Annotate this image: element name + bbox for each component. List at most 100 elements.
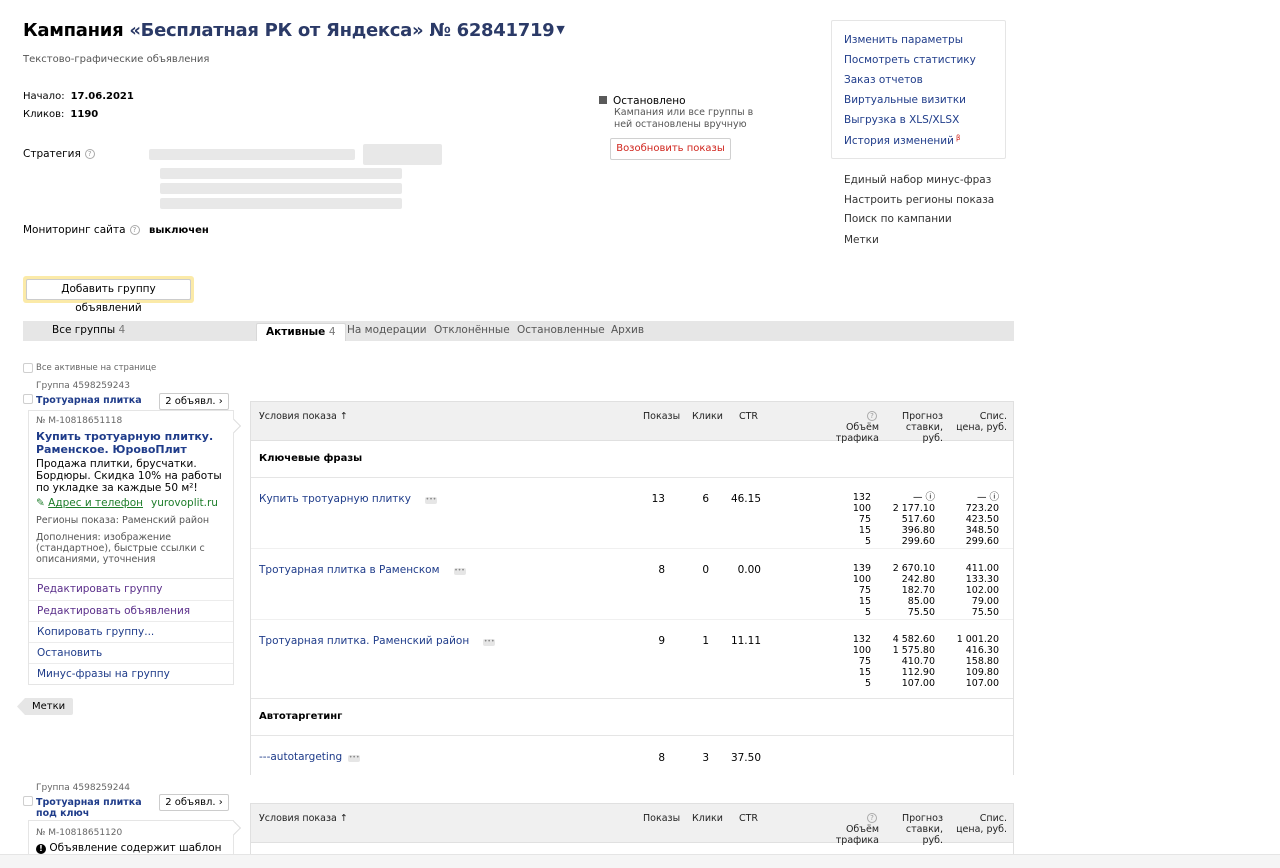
ad-title[interactable]: Купить тротуарную плитку. Раменское. Юро…	[36, 430, 226, 456]
more-icon[interactable]: •••	[483, 639, 496, 646]
cell-clicks: 6	[702, 493, 709, 505]
col-clicks[interactable]: Клики	[692, 411, 723, 422]
cell-price: 1 001.20 416.30 158.80 109.80 107.00	[956, 634, 999, 689]
virtual-cards-link[interactable]: Виртуальные визитки	[844, 94, 966, 106]
col-impressions[interactable]: Показы	[643, 411, 680, 422]
ad-domain: yurovoplit.ru	[151, 497, 218, 509]
order-reports-link[interactable]: Заказ отчетов	[844, 74, 923, 86]
autotargeting-link[interactable]: ---autotargeting •••	[259, 751, 361, 763]
ad-number: № М-10818651120	[36, 828, 123, 838]
keyword-link[interactable]: Тротуарная плитка. Раменский район •••	[259, 635, 496, 647]
cell-ctr: 11.11	[730, 635, 761, 647]
status-note: Кампания или все группы в ней остановлен…	[614, 107, 754, 130]
ad-number: № М-10818651118	[36, 416, 123, 426]
group-checkbox[interactable]	[23, 394, 33, 404]
group-name[interactable]: Тротуарная плитка под ключ	[36, 797, 151, 819]
col-traffic[interactable]: ?Объём трафика	[835, 813, 879, 846]
stop-icon	[599, 96, 607, 104]
col-traffic[interactable]: ?Объём трафика	[835, 411, 879, 444]
edit-group-link[interactable]: Редактировать группу	[29, 579, 233, 600]
ad-contact: ✎ Адрес и телефон yurovoplit.ru	[36, 497, 218, 509]
stop-group-link[interactable]: Остановить	[29, 642, 233, 663]
campaign-type: Текстово-графические объявления	[23, 54, 210, 65]
cell-traffic: 139 100 75 15 5	[852, 563, 871, 618]
help-icon[interactable]: ?	[867, 813, 877, 823]
conditions-table: Условия показа ↑ Показы Клики CTR ?Объём…	[250, 401, 1014, 775]
col-forecast[interactable]: Прогноз ставки, руб.	[885, 411, 943, 444]
tab-all-groups[interactable]: Все группы 4	[52, 324, 125, 336]
col-price[interactable]: Спис. цена, руб.	[955, 411, 1007, 433]
col-conditions[interactable]: Условия показа ↑	[259, 411, 348, 422]
cell-forecast: — ⓘ 2 177.10 517.60 396.80 299.60	[892, 492, 935, 547]
keyword-link[interactable]: Тротуарная плитка в Раменском •••	[259, 564, 466, 576]
more-icon[interactable]: •••	[348, 755, 361, 762]
col-forecast[interactable]: Прогноз ставки, руб.	[885, 813, 943, 846]
copy-group-link[interactable]: Копировать группу...	[29, 621, 233, 642]
cell-traffic: 132 100 75 15 5	[852, 492, 871, 547]
skeleton-line	[160, 183, 402, 194]
col-impressions[interactable]: Показы	[643, 813, 680, 824]
view-stats-link[interactable]: Посмотреть статистику	[844, 54, 976, 66]
section-keywords: Ключевые фразы	[251, 441, 1013, 478]
campaign-name[interactable]: «Бесплатная РК от Яндекса» № 62841719	[129, 20, 554, 41]
history-link[interactable]: История изменений β	[844, 134, 960, 147]
col-price[interactable]: Спис. цена, руб.	[955, 813, 1007, 835]
table-header: Условия показа ↑ Показы Клики CTR ?Объём…	[251, 804, 1013, 846]
tab-active[interactable]: Активные 4	[256, 323, 346, 341]
table-row: Тротуарная плитка в Раменском ••• 8 0 0.0…	[251, 549, 1013, 620]
add-group-button[interactable]: Добавить группу объявлений	[26, 279, 191, 314]
cell-ctr: 0.00	[737, 564, 761, 576]
ad-contact-link[interactable]: Адрес и телефон	[48, 497, 143, 509]
warning-icon: !	[36, 844, 46, 854]
resume-button[interactable]: Возобновить показы	[610, 138, 731, 160]
keyword-link[interactable]: Купить тротуарную плитку •••	[259, 493, 437, 505]
col-ctr[interactable]: CTR	[739, 813, 758, 824]
edit-ads-link[interactable]: Редактировать объявления	[29, 600, 233, 621]
group-name[interactable]: Тротуарная плитка	[36, 395, 142, 406]
tags-link[interactable]: Метки	[844, 234, 879, 246]
help-icon[interactable]: ?	[867, 411, 877, 421]
monitoring-label: Мониторинг сайта?	[23, 224, 140, 236]
more-icon[interactable]: •••	[453, 568, 466, 575]
ads-count-button[interactable]: 2 объявл. ›	[159, 794, 229, 811]
cell-impressions: 9	[658, 635, 665, 647]
status-badge: Остановлено	[599, 95, 686, 107]
tab-moderation[interactable]: На модерации	[347, 324, 427, 336]
tab-rejected[interactable]: Отклонённые	[434, 324, 510, 336]
cell-ctr: 37.50	[730, 752, 761, 764]
select-all-checkbox[interactable]	[23, 363, 33, 373]
tab-stopped[interactable]: Остановленные	[517, 324, 605, 336]
help-icon[interactable]: ?	[129, 225, 140, 235]
minus-phrases-link[interactable]: Единый набор минус-фраз	[844, 174, 991, 186]
campaign-search-link[interactable]: Поиск по кампании	[844, 213, 952, 225]
skeleton-block	[363, 144, 442, 165]
select-all-label: Все активные на странице	[36, 363, 157, 373]
page-title: Кампания «Бесплатная РК от Яндекса» № 62…	[23, 20, 565, 41]
col-clicks[interactable]: Клики	[692, 813, 723, 824]
ads-count-button[interactable]: 2 объявл. ›	[159, 393, 229, 410]
cell-forecast: 2 670.10 242.80 182.70 85.00 75.50	[892, 563, 935, 618]
group-checkbox[interactable]	[23, 796, 33, 806]
col-conditions[interactable]: Условия показа ↑	[259, 813, 348, 824]
skeleton-line	[160, 168, 402, 179]
group-minus-phrases-link[interactable]: Минус-фразы на группу	[29, 663, 233, 684]
col-ctr[interactable]: CTR	[739, 411, 758, 422]
edit-params-link[interactable]: Изменить параметры	[844, 34, 963, 46]
tab-archive[interactable]: Архив	[611, 324, 644, 336]
start-date: Начало: 17.06.2021	[23, 91, 134, 102]
chevron-down-icon[interactable]: ▼	[556, 23, 564, 36]
skeleton-line	[160, 198, 402, 209]
tags-button[interactable]: Метки	[17, 698, 74, 715]
cell-forecast: 4 582.60 1 575.80 410.70 112.90 107.00	[892, 634, 935, 689]
export-xls-link[interactable]: Выгрузка в XLS/XLSX	[844, 114, 959, 126]
clicks-count: Кликов: 1190	[23, 109, 99, 120]
cell-impressions: 8	[658, 752, 665, 764]
help-icon[interactable]: ?	[84, 149, 95, 159]
cell-impressions: 13	[651, 493, 665, 505]
beta-badge: β	[955, 134, 961, 142]
section-autotargeting: Автотаргетинг	[251, 699, 1013, 736]
cell-price: 411.00 133.30 102.00 79.00 75.50	[965, 563, 999, 618]
more-icon[interactable]: •••	[424, 497, 437, 504]
add-group-highlight: Добавить группу объявлений	[23, 276, 194, 314]
regions-link[interactable]: Настроить регионы показа	[844, 194, 994, 206]
